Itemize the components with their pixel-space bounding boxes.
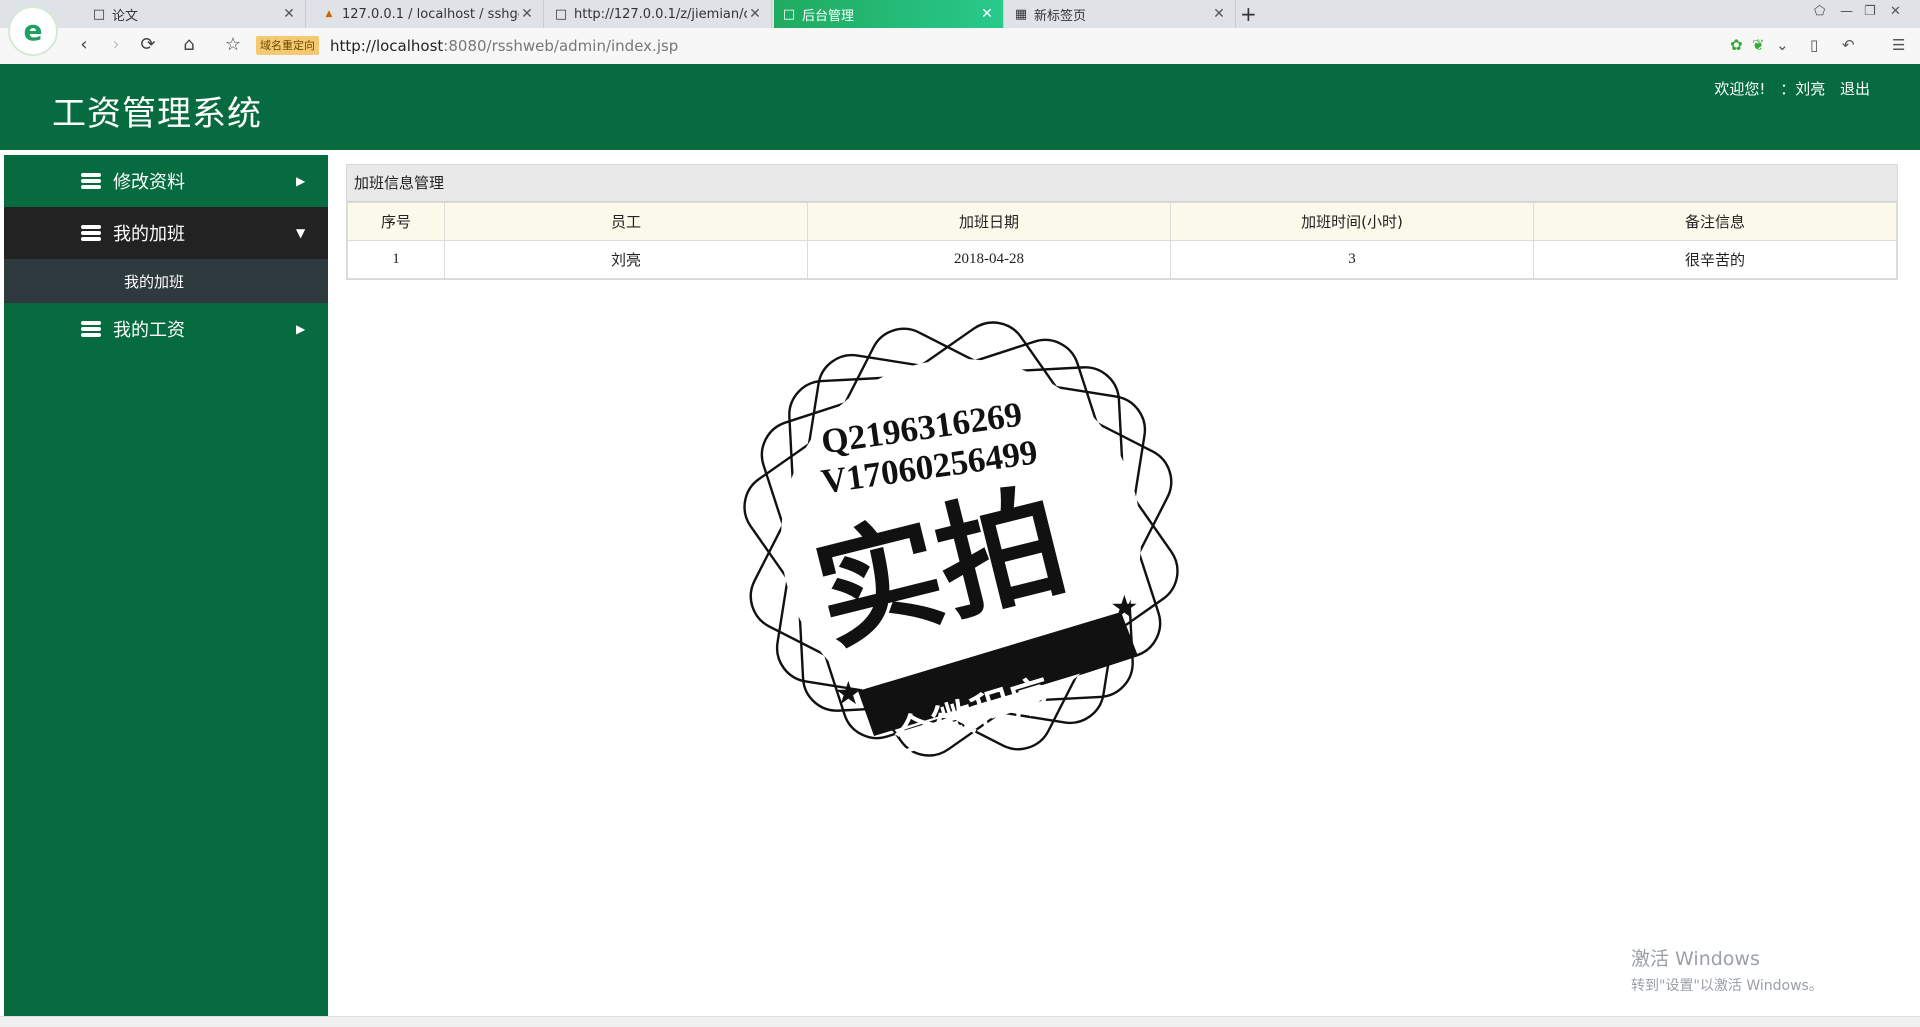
sidebar-item-overtime[interactable]: 我的加班 ▼ bbox=[4, 207, 328, 259]
tab-houtai[interactable]: □ 后台管理 ✕ bbox=[774, 0, 1004, 28]
stamp-watermark: Q2196316269 V17060256499 实拍 全微程序 ★ ★ bbox=[743, 321, 1179, 762]
tab-title: 论文 bbox=[112, 8, 139, 24]
column-header: 加班日期 bbox=[807, 202, 1171, 241]
browser-logo-icon[interactable]: e bbox=[8, 6, 58, 56]
close-window-icon[interactable]: ✕ bbox=[1890, 4, 1901, 19]
svg-text:e: e bbox=[24, 14, 43, 47]
url-host: http://localhost bbox=[330, 37, 444, 55]
sidebar-item-label: 我的加班 bbox=[113, 224, 185, 245]
page-icon: □ bbox=[554, 6, 568, 22]
overtime-table: 序号 员工 加班日期 加班时间(小时) 备注信息 1 刘亮 2018-04-28… bbox=[347, 202, 1897, 279]
chevron-down-icon[interactable]: ⌄ bbox=[1776, 36, 1789, 54]
close-icon[interactable]: ✕ bbox=[519, 6, 535, 22]
undo-icon[interactable]: ↶ bbox=[1842, 36, 1855, 54]
tab-title: 127.0.0.1 / localhost / sshgongzi bbox=[342, 6, 519, 22]
table-cell: 1 bbox=[347, 240, 445, 279]
app-header: 工资管理系统 欢迎您! ：刘亮 退出 bbox=[0, 64, 1920, 150]
close-icon[interactable]: ✕ bbox=[979, 6, 995, 22]
table-row: 1 刘亮 2018-04-28 3 很辛苦的 bbox=[347, 240, 1897, 279]
sidebar-item-salary[interactable]: 我的工资 ▶ bbox=[4, 303, 328, 355]
column-header: 序号 bbox=[347, 202, 445, 241]
windows-activation-notice: 激活 Windows 转到"设置"以激活 Windows。 bbox=[1631, 944, 1823, 995]
user-name: ：刘亮 bbox=[1780, 80, 1826, 98]
caret-right-icon: ▶ bbox=[296, 322, 306, 336]
url-field[interactable]: http://localhost:8080/rsshweb/admin/inde… bbox=[330, 37, 678, 55]
tab-title: http://127.0.0.1/z/jiemian/create bbox=[574, 6, 747, 22]
address-bar: ‹ › ⟳ ⌂ ☆ 域名重定向 http://localhost:8080/rs… bbox=[0, 28, 1920, 65]
table-cell: 刘亮 bbox=[444, 240, 808, 279]
status-bar bbox=[0, 1016, 1920, 1027]
column-header: 备注信息 bbox=[1533, 202, 1897, 241]
stack-icon bbox=[81, 173, 101, 189]
tab-create[interactable]: □ http://127.0.0.1/z/jiemian/create ✕ bbox=[546, 0, 772, 28]
stack-icon bbox=[81, 225, 101, 241]
logout-link[interactable]: 退出 bbox=[1840, 80, 1870, 98]
table-cell: 2018-04-28 bbox=[807, 240, 1171, 279]
overtime-panel: 加班信息管理 序号 员工 加班日期 加班时间(小时) 备注信息 1 刘亮 201… bbox=[346, 164, 1898, 280]
tab-lunwen[interactable]: □ 论文 ✕ bbox=[84, 0, 306, 28]
column-header: 加班时间(小时) bbox=[1170, 202, 1534, 241]
sidebar-item-label: 修改资料 bbox=[113, 172, 185, 193]
column-header: 员工 bbox=[444, 202, 808, 241]
forward-icon[interactable]: › bbox=[104, 34, 128, 55]
sidebar-item-profile[interactable]: 修改资料 ▶ bbox=[4, 155, 328, 207]
leaf-icon[interactable]: ❦ bbox=[1752, 36, 1765, 54]
reload-icon[interactable]: ⟳ bbox=[136, 34, 160, 55]
page-icon: □ bbox=[782, 6, 796, 22]
caret-right-icon: ▶ bbox=[296, 174, 306, 188]
app-title: 工资管理系统 bbox=[52, 94, 262, 134]
activation-subtitle: 转到"设置"以激活 Windows。 bbox=[1631, 978, 1823, 994]
bookmark-icon[interactable]: ▯ bbox=[1810, 36, 1818, 54]
close-icon[interactable]: ✕ bbox=[747, 6, 763, 22]
back-icon[interactable]: ‹ bbox=[72, 34, 96, 55]
caret-down-icon: ▼ bbox=[296, 226, 306, 240]
star-icon: ★ bbox=[1110, 588, 1139, 626]
skin-icon[interactable]: ⬠ bbox=[1814, 4, 1825, 19]
submenu-overtime: 我的加班 bbox=[4, 259, 328, 303]
submenu-item-my-overtime[interactable]: 我的加班 bbox=[124, 271, 184, 292]
menu-icon[interactable]: ☰ bbox=[1892, 36, 1905, 54]
welcome-area: 欢迎您! ：刘亮 退出 bbox=[1704, 78, 1870, 99]
favorite-star-icon[interactable]: ☆ bbox=[221, 34, 245, 55]
panel-title: 加班信息管理 bbox=[347, 165, 1897, 202]
table-header-row: 序号 员工 加班日期 加班时间(小时) 备注信息 bbox=[347, 202, 1897, 241]
close-icon[interactable]: ✕ bbox=[281, 6, 297, 22]
tab-phpmyadmin[interactable]: ▲ 127.0.0.1 / localhost / sshgongzi ✕ bbox=[314, 0, 544, 28]
redirect-badge[interactable]: 域名重定向 bbox=[256, 36, 319, 55]
home-icon[interactable]: ⌂ bbox=[177, 34, 201, 55]
tab-title: 新标签页 bbox=[1034, 8, 1087, 24]
sidebar-item-label: 我的工资 bbox=[113, 320, 185, 341]
table-cell: 3 bbox=[1170, 240, 1534, 279]
stack-icon bbox=[81, 321, 101, 337]
activation-title: 激活 Windows bbox=[1631, 948, 1760, 970]
minimize-icon[interactable]: — bbox=[1840, 4, 1853, 19]
tab-title: 后台管理 bbox=[802, 8, 855, 24]
tab-newtab[interactable]: ▦ 新标签页 ✕ bbox=[1006, 0, 1236, 28]
browser-tab-bar: □ 论文 ✕ ▲ 127.0.0.1 / localhost / sshgong… bbox=[0, 0, 1920, 29]
pma-icon: ▲ bbox=[325, 9, 333, 19]
sidebar: 修改资料 ▶ 我的加班 ▼ 我的加班 我的工资 ▶ bbox=[4, 155, 328, 1016]
close-icon[interactable]: ✕ bbox=[1211, 6, 1227, 22]
url-path: :8080/rsshweb/admin/index.jsp bbox=[443, 37, 679, 55]
table-cell: 很辛苦的 bbox=[1533, 240, 1897, 279]
new-tab-icon[interactable]: + bbox=[1240, 2, 1257, 26]
star-icon: ★ bbox=[834, 674, 863, 712]
extension-icon[interactable]: ✿ bbox=[1730, 36, 1743, 54]
grid-icon: ▦ bbox=[1014, 6, 1028, 22]
restore-icon[interactable]: ❐ bbox=[1864, 4, 1876, 19]
welcome-text: 欢迎您! bbox=[1714, 80, 1766, 98]
page-icon: □ bbox=[92, 6, 106, 22]
